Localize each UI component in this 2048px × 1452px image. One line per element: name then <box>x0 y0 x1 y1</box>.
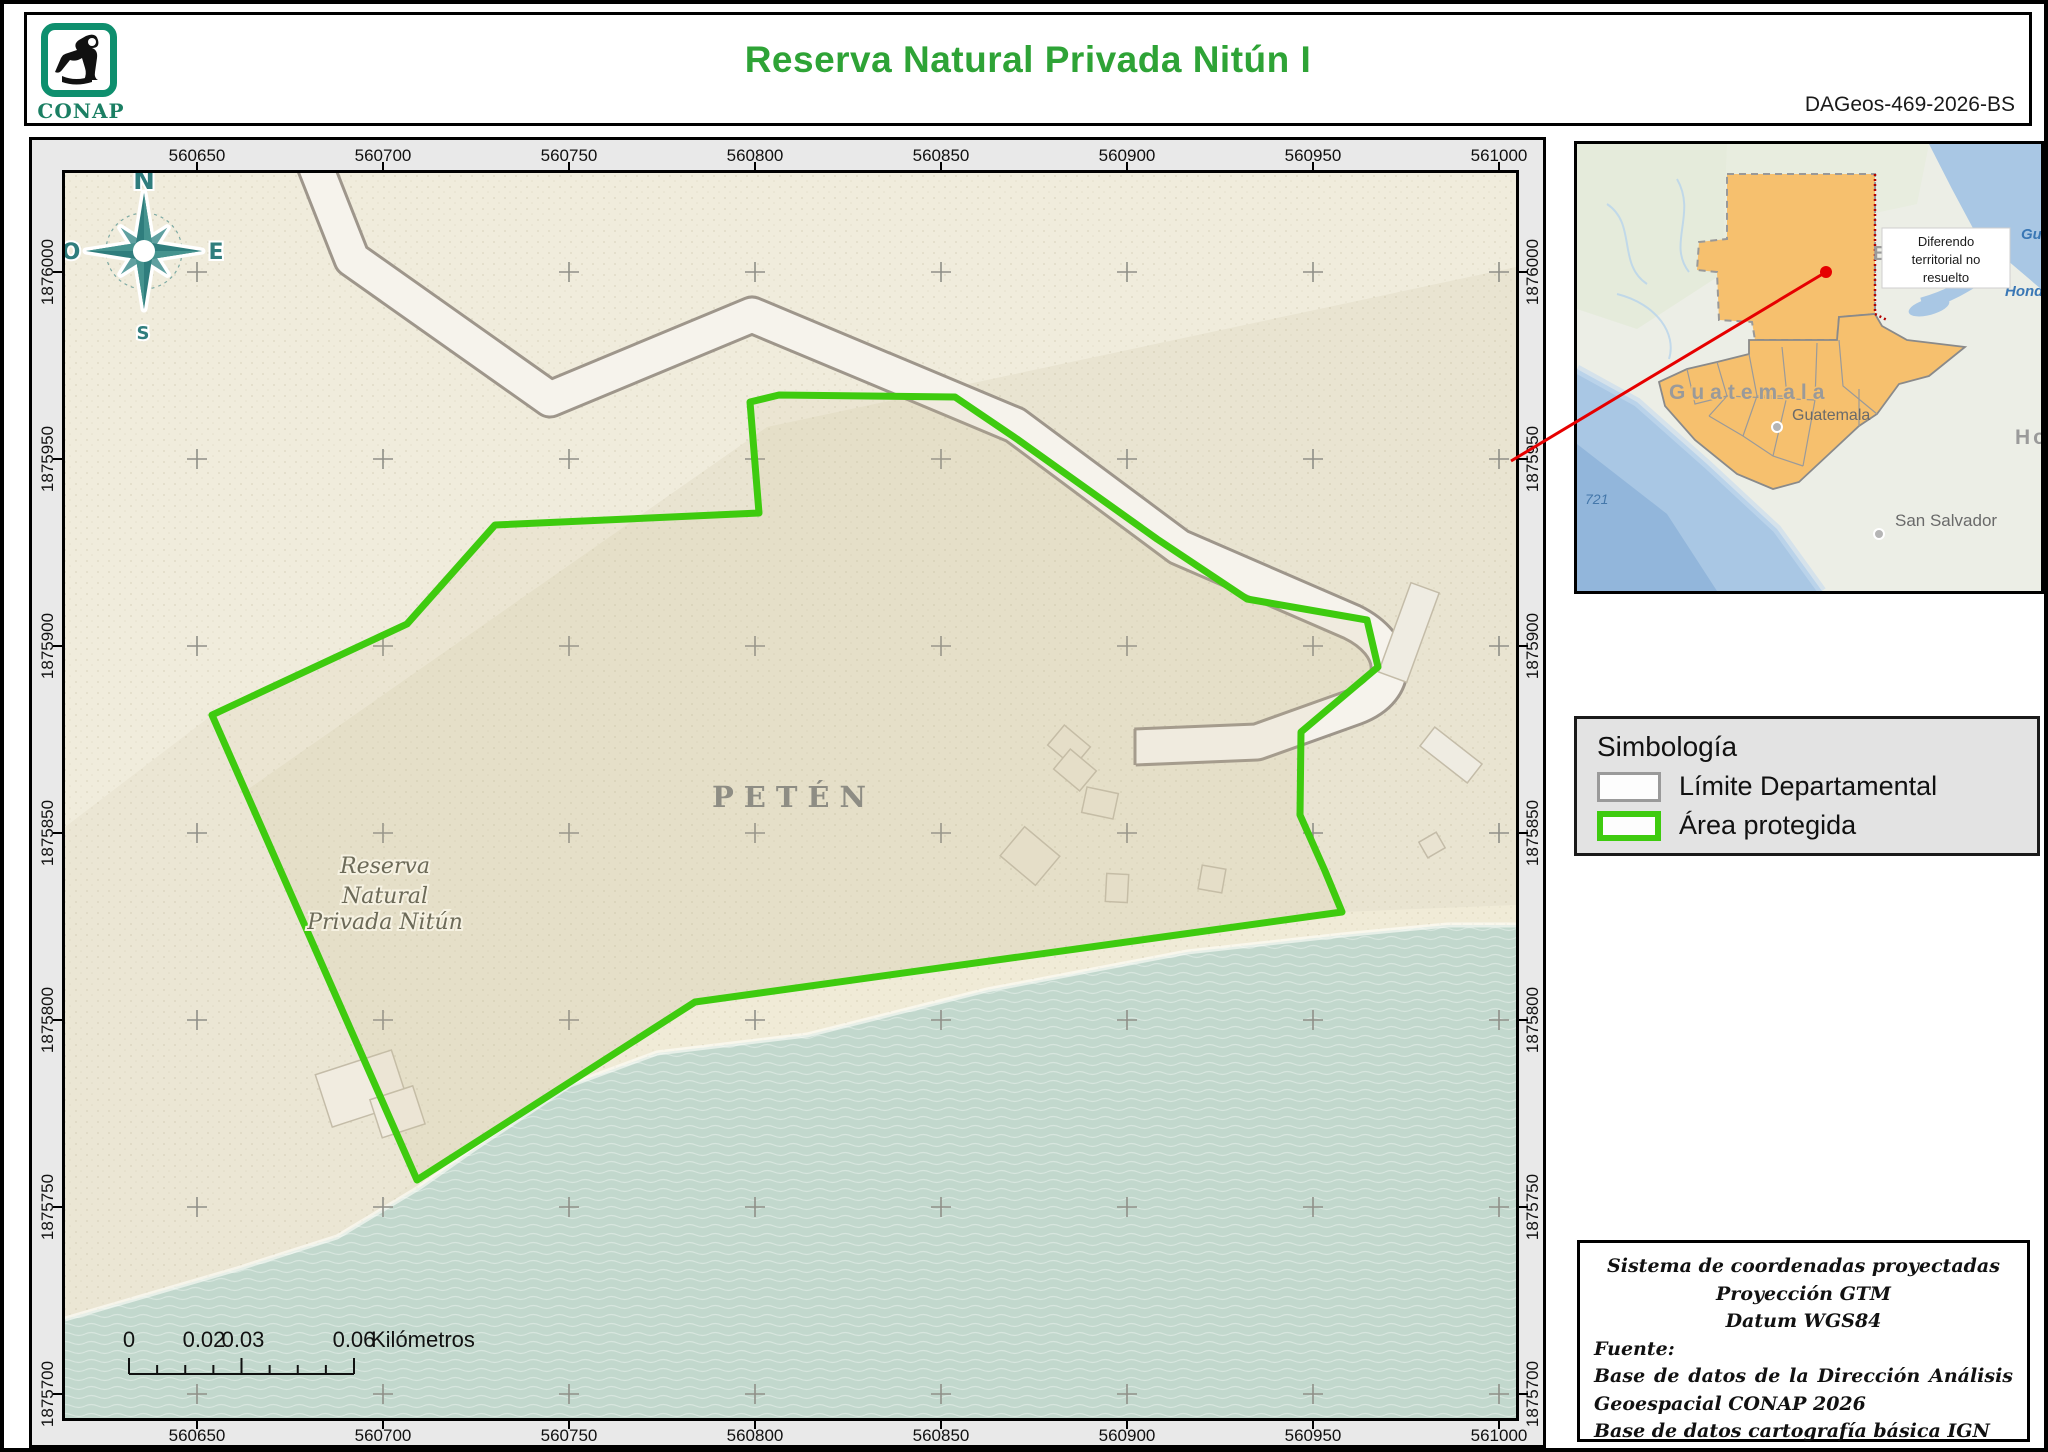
legend-item-label: Área protegida <box>1679 810 1856 841</box>
compass-s: S <box>137 323 150 344</box>
legend: Simbología Límite Departamental Área pro… <box>1574 716 2040 856</box>
axis-tick <box>1519 832 1528 834</box>
page-title: Reserva Natural Privada Nitún I <box>745 39 1312 81</box>
compass-n: N <box>133 173 155 196</box>
legend-item-departmental: Límite Departamental <box>1597 771 2017 802</box>
scale-unit: Kilómetros <box>371 1327 475 1352</box>
department-label: PETÉN <box>712 779 876 814</box>
axis-tick <box>196 1420 198 1429</box>
axis-tick <box>53 832 62 834</box>
easting-label-bottom: 560900 <box>1099 1426 1156 1446</box>
axis-tick <box>1312 162 1314 171</box>
scale-tick-label: 0.03 <box>222 1327 265 1352</box>
axis-tick <box>1519 1393 1528 1395</box>
scale-tick-label: 0.02 <box>183 1327 226 1352</box>
note-line2: territorial no <box>1912 252 1981 267</box>
axis-tick <box>1519 1019 1528 1021</box>
capital-dot <box>1772 422 1782 432</box>
note-line3: resuelto <box>1923 270 1969 285</box>
svg-text:Privada Nitún: Privada Nitún <box>306 910 463 935</box>
axis-tick <box>568 162 570 171</box>
depth-label: 721 <box>1585 491 1608 507</box>
axis-tick <box>196 162 198 171</box>
axis-tick <box>1519 645 1528 647</box>
conap-logo-text: CONAP <box>33 99 129 123</box>
axis-tick <box>940 1420 942 1429</box>
axis-tick <box>1498 1420 1500 1429</box>
city-dot <box>1874 529 1884 539</box>
axis-tick <box>53 458 62 460</box>
protected-area-swatch <box>1597 811 1661 841</box>
departmental-limit-swatch <box>1597 772 1661 802</box>
honduras-partial-label: Ho <box>2015 426 2041 449</box>
axis-tick <box>1498 162 1500 171</box>
inset-country-label: Guatemala <box>1669 381 1830 404</box>
axis-tick <box>53 1393 62 1395</box>
axis-tick <box>1126 1420 1128 1429</box>
easting-label-bottom: 560650 <box>169 1426 226 1446</box>
territorial-note: Diferendo territorial no resuelto <box>1882 228 2010 288</box>
inset-capital-label: Guatemala <box>1792 407 1870 424</box>
axis-tick <box>1519 458 1528 460</box>
svg-text:Natural: Natural <box>341 884 428 909</box>
monkey-logo-icon <box>48 30 110 90</box>
crs-line: Sistema de coordenadas proyectadas <box>1594 1253 2013 1281</box>
axis-tick <box>1312 1420 1314 1429</box>
easting-label-bottom: 560750 <box>541 1426 598 1446</box>
easting-label-bottom: 560800 <box>727 1426 784 1446</box>
document-code: DAGeos-469-2026-BS <box>1805 93 2015 117</box>
axis-tick <box>53 1206 62 1208</box>
note-line1: Diferendo <box>1918 234 1974 249</box>
svg-text:Reserva: Reserva <box>339 854 430 879</box>
conap-logo-icon <box>41 23 117 97</box>
axis-tick <box>754 1420 756 1429</box>
easting-label-bottom: 561000 <box>1471 1426 1528 1446</box>
axis-tick <box>1519 271 1528 273</box>
source-label: Fuente: <box>1594 1336 2013 1364</box>
map-sheet: CONAP Reserva Natural Privada Nitún I DA… <box>0 0 2048 1452</box>
axis-tick <box>53 1019 62 1021</box>
datum-line: Datum WGS84 <box>1594 1308 2013 1336</box>
map-canvas: N E O S PETÉN Reserva Natural Privada Ni… <box>62 170 1519 1421</box>
easting-label-bottom: 560700 <box>355 1426 412 1446</box>
map-info-box: Sistema de coordenadas proyectadas Proye… <box>1577 1240 2030 1442</box>
map-graphic: N E O S PETÉN Reserva Natural Privada Ni… <box>65 173 1516 1418</box>
map-frame: N E O S PETÉN Reserva Natural Privada Ni… <box>29 137 1546 1448</box>
easting-label-bottom: 560850 <box>913 1426 970 1446</box>
projection-line: Proyección GTM <box>1594 1281 2013 1309</box>
legend-item-protected: Área protegida <box>1597 810 2017 841</box>
axis-tick <box>1519 1206 1528 1208</box>
axis-tick <box>53 271 62 273</box>
axis-tick <box>53 645 62 647</box>
axis-tick <box>382 1420 384 1429</box>
compass-w: O <box>65 240 80 265</box>
caribbean-partial-label: Gu <box>2021 226 2041 243</box>
inset-graphic: Guatemala Guatemala San Salvador 721 B G… <box>1577 144 2041 591</box>
axis-tick <box>940 162 942 171</box>
source-line-2: Base de datos cartografía básica IGN 201… <box>1594 1418 2013 1452</box>
scale-tick-label: 0.06 <box>333 1327 376 1352</box>
header: CONAP Reserva Natural Privada Nitún I DA… <box>24 12 2032 126</box>
scale-tick-label: 0 <box>123 1327 135 1352</box>
legend-title: Simbología <box>1597 731 2017 763</box>
easting-label-bottom: 560950 <box>1285 1426 1342 1446</box>
inset-city-label: San Salvador <box>1895 511 1997 530</box>
axis-tick <box>754 162 756 171</box>
compass-e: E <box>208 240 223 265</box>
axis-tick <box>1126 162 1128 171</box>
source-line-1: Base de datos de la Dirección Análisis G… <box>1594 1363 2013 1418</box>
axis-tick <box>568 1420 570 1429</box>
axis-tick <box>382 162 384 171</box>
inset-locator-map: Guatemala Guatemala San Salvador 721 B G… <box>1574 141 2044 594</box>
legend-item-label: Límite Departamental <box>1679 771 1937 802</box>
